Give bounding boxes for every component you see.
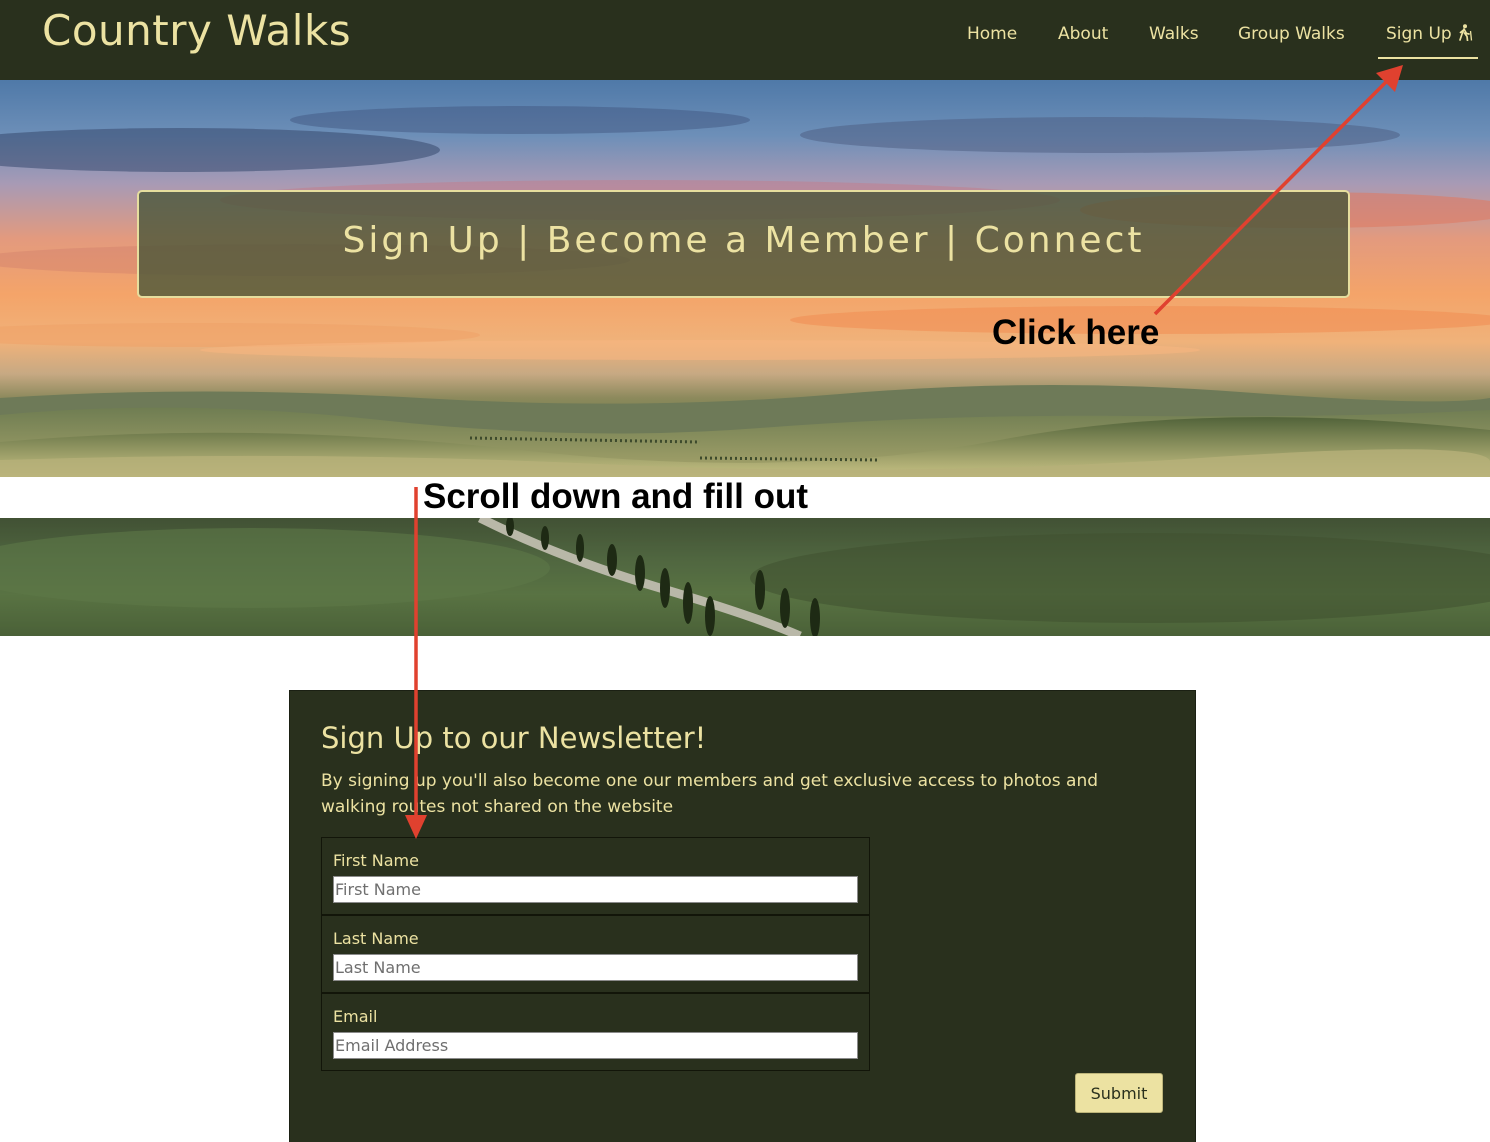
click-here-annotation: Click here [992, 313, 1160, 352]
newsletter-title: Sign Up to our Newsletter! [321, 721, 707, 755]
nav-active-underline [1378, 57, 1478, 59]
hero-image: Sign Up | Become a Member | Connect [0, 80, 1490, 477]
nav-about[interactable]: About [1058, 24, 1108, 44]
first-name-label: First Name [333, 851, 419, 870]
email-group: Email [321, 993, 870, 1071]
hero-banner-text: Sign Up | Become a Member | Connect [342, 220, 1145, 261]
nav-sign-up-label: Sign Up [1386, 24, 1452, 44]
road-illustration [0, 518, 1490, 636]
nav-sign-up[interactable]: Sign Up [1386, 24, 1473, 46]
nav-group-walks[interactable]: Group Walks [1238, 24, 1345, 44]
last-name-label: Last Name [333, 929, 419, 948]
road-landscape-image [0, 518, 1490, 636]
first-name-input[interactable] [333, 876, 858, 903]
nav-walks[interactable]: Walks [1149, 24, 1199, 44]
submit-button[interactable]: Submit [1075, 1073, 1163, 1113]
scroll-down-annotation: Scroll down and fill out [423, 477, 808, 516]
email-input[interactable] [333, 1032, 858, 1059]
newsletter-description: By signing up you'll also become one our… [321, 771, 1099, 817]
last-name-group: Last Name [321, 915, 870, 993]
hiker-icon [1458, 24, 1473, 46]
last-name-input[interactable] [333, 954, 858, 981]
email-label: Email [333, 1007, 378, 1026]
nav-home[interactable]: Home [967, 24, 1017, 44]
hero-banner: Sign Up | Become a Member | Connect [137, 190, 1350, 298]
brand-logo[interactable]: Country Walks [42, 6, 351, 55]
navbar: Country Walks Home About Walks Group Wal… [0, 0, 1490, 80]
newsletter-signup-panel: Sign Up to our Newsletter! By signing up… [289, 690, 1196, 1142]
first-name-group: First Name [321, 837, 870, 915]
